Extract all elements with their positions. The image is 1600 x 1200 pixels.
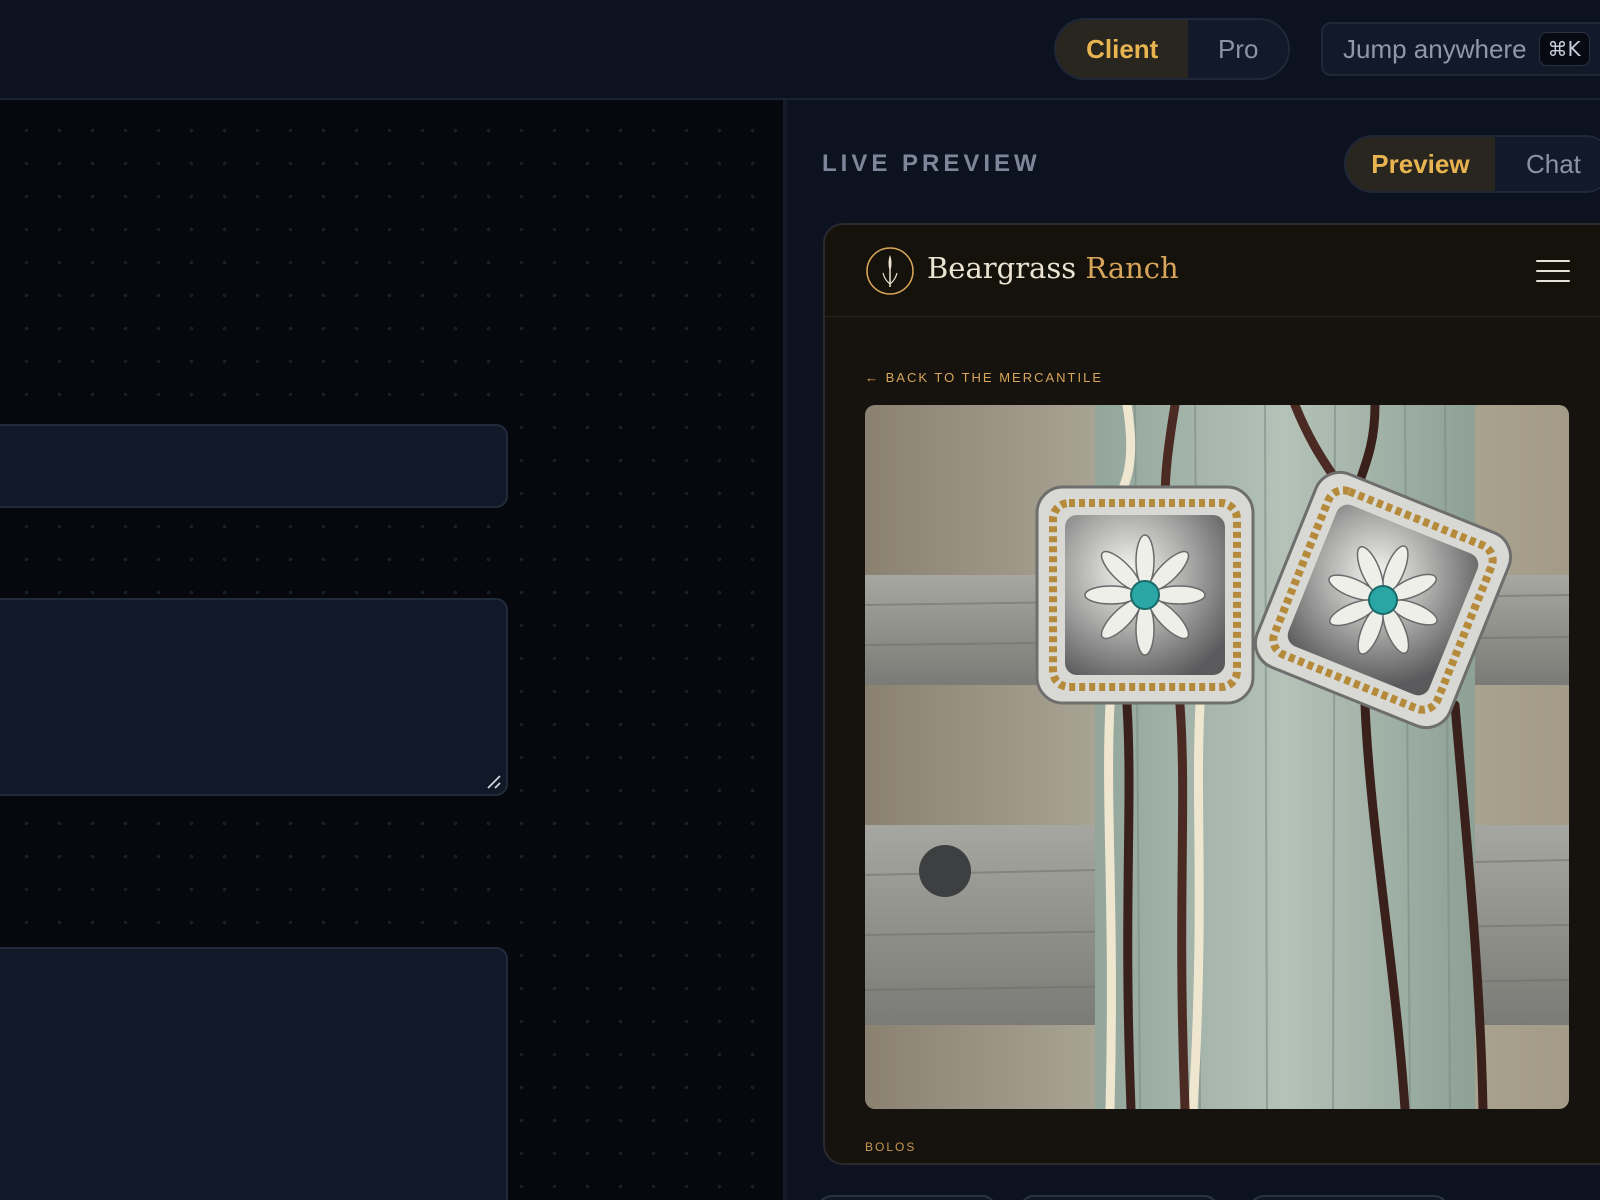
top-bar: Client Pro Jump anywhere ⌘K <box>0 0 1600 100</box>
jump-anywhere-placeholder: Jump anywhere <box>1343 33 1527 64</box>
live-preview-label: LIVE PREVIEW <box>822 150 1041 177</box>
site-brand-name[interactable]: Beargrass Ranch <box>927 251 1179 285</box>
resize-grip-icon[interactable] <box>486 774 502 790</box>
product-photo[interactable] <box>865 405 1569 1109</box>
large-textarea-field[interactable] <box>0 947 508 1200</box>
client-mode-button[interactable]: Client <box>1056 20 1189 78</box>
text-input-field[interactable] <box>0 424 508 508</box>
chat-tab[interactable]: Chat <box>1495 137 1600 191</box>
textarea-field[interactable] <box>0 598 508 796</box>
site-header: Beargrass Ranch <box>825 225 1600 317</box>
product-category-label: BOLOS <box>865 1140 917 1154</box>
bolo-tie-image <box>865 405 1569 1109</box>
keyboard-shortcut-badge: ⌘K <box>1538 32 1590 66</box>
pro-mode-button[interactable]: Pro <box>1188 20 1288 78</box>
bottom-action-pill[interactable] <box>817 1195 997 1200</box>
jump-anywhere-search[interactable]: Jump anywhere ⌘K <box>1321 22 1600 76</box>
site-preview-frame: Beargrass Ranch ← BACK TO THE MERCANTILE <box>823 223 1600 1165</box>
beargrass-logo-icon[interactable] <box>865 246 915 296</box>
back-to-mercantile-link[interactable]: ← BACK TO THE MERCANTILE <box>865 370 1103 385</box>
brand-name-primary: Beargrass <box>927 251 1077 285</box>
preview-pane: LIVE PREVIEW Preview Chat Beargrass Ranc… <box>787 100 1600 1200</box>
preview-tab[interactable]: Preview <box>1346 137 1495 191</box>
client-pro-toggle: Client Pro <box>1054 18 1290 80</box>
editor-pane <box>0 100 783 1200</box>
bottom-action-pill[interactable] <box>1249 1195 1449 1200</box>
hamburger-menu-icon[interactable] <box>1536 259 1570 283</box>
preview-chat-toggle: Preview Chat <box>1344 135 1600 193</box>
bottom-action-pill[interactable] <box>1019 1195 1219 1200</box>
brand-name-accent: Ranch <box>1085 251 1179 285</box>
